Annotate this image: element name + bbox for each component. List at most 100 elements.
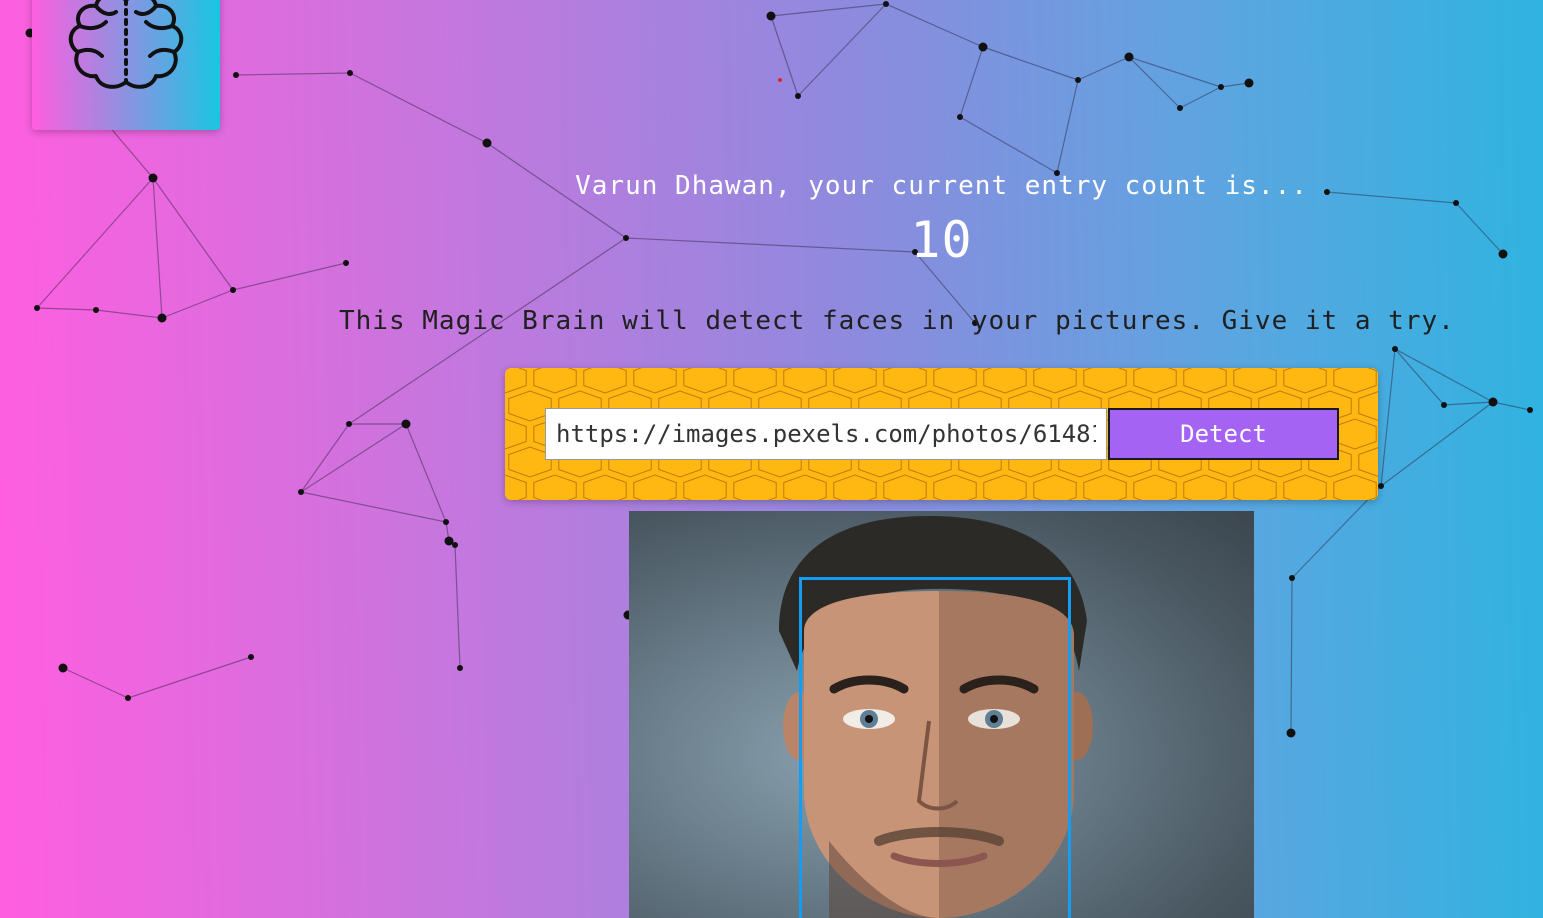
hexagon-cell <box>1033 474 1077 500</box>
particle-dot <box>1527 407 1533 413</box>
hexagon-cell <box>1283 474 1327 500</box>
particle-dot <box>1244 78 1254 88</box>
particle-dot <box>1124 52 1134 62</box>
particle-link <box>405 423 447 523</box>
particle-link <box>770 3 887 17</box>
particle-dot <box>1289 575 1295 581</box>
particle-dot <box>457 665 463 671</box>
particle-link <box>349 72 488 144</box>
hexagon-cell <box>1333 474 1377 500</box>
particle-link <box>1077 56 1130 81</box>
particle-link <box>235 72 351 76</box>
particle-link <box>1290 577 1293 734</box>
particle-dot <box>1392 346 1398 352</box>
particle-link <box>95 309 163 319</box>
hexagon-cell <box>833 474 877 500</box>
hexagon-cell <box>1083 368 1127 394</box>
hexagon-cell <box>583 368 627 394</box>
particle-link <box>1492 401 1531 411</box>
particle-dot <box>1441 402 1447 408</box>
face-bounding-box <box>799 577 1071 918</box>
particle-link <box>885 3 984 48</box>
hexagon-cell <box>833 368 877 394</box>
particle-dot <box>347 70 353 76</box>
hexagon-cell <box>1358 447 1378 477</box>
hexagon-cell <box>505 368 527 394</box>
particle-dot <box>452 542 458 548</box>
particle-link <box>62 667 129 699</box>
particle-link <box>797 3 887 97</box>
particle-dot <box>401 419 411 429</box>
particle-dot <box>443 519 449 525</box>
hexagon-cell <box>505 474 527 500</box>
hexagon-cell <box>733 474 777 500</box>
particle-dot <box>157 313 167 323</box>
particle-link <box>300 491 447 523</box>
particle-link <box>300 423 350 493</box>
particle-dot <box>978 42 988 52</box>
hexagon-cell <box>1133 368 1177 394</box>
particle-dot <box>1075 77 1081 83</box>
particle-dot <box>298 489 304 495</box>
hexagon-cell <box>1233 368 1277 394</box>
particle-link <box>1380 401 1494 487</box>
hexagon-cell <box>1183 474 1227 500</box>
hexagon-cell <box>533 368 577 394</box>
image-url-input[interactable] <box>545 408 1107 460</box>
particle-link <box>770 15 799 97</box>
hexagon-cell <box>1233 474 1277 500</box>
hexagon-cell <box>1083 474 1127 500</box>
hexagon-cell <box>633 474 677 500</box>
particle-dot <box>1218 84 1224 90</box>
hexagon-cell <box>683 368 727 394</box>
particle-dot <box>346 421 352 427</box>
particle-dot <box>883 1 889 7</box>
hexagon-cell <box>883 368 927 394</box>
entry-count-message: Varun Dhawan, your current entry count i… <box>575 171 1308 201</box>
brain-icon <box>68 0 184 89</box>
particle-dot <box>795 93 801 99</box>
hexagon-cell <box>1033 368 1077 394</box>
particle-dot <box>34 305 40 311</box>
particle-dot <box>58 663 68 673</box>
hexagon-cell <box>983 474 1027 500</box>
particle-link <box>1056 79 1079 174</box>
hexagon-cell <box>933 474 977 500</box>
detect-button[interactable]: Detect <box>1108 408 1339 460</box>
hexagon-cell <box>583 474 627 500</box>
particle-dot <box>93 307 99 313</box>
particle-link <box>959 46 984 118</box>
hexagon-cell <box>1333 368 1377 394</box>
hexagon-cell <box>683 474 727 500</box>
logo-card <box>32 0 220 130</box>
particle-link <box>982 46 1079 81</box>
particle-link <box>1380 348 1396 487</box>
particle-link <box>161 289 234 319</box>
hexagon-cell <box>783 368 827 394</box>
particle-link <box>1443 401 1494 406</box>
hexagon-cell <box>533 474 577 500</box>
particle-dot <box>1488 397 1498 407</box>
hexagon-cell <box>1283 368 1327 394</box>
particle-link <box>1394 348 1445 406</box>
face-photo <box>629 511 1254 918</box>
particle-dot <box>248 654 254 660</box>
particle-dot <box>230 287 236 293</box>
particle-dot <box>957 114 963 120</box>
particle-link <box>959 116 1058 174</box>
particle-dot <box>1286 728 1296 738</box>
entry-count-value: 10 <box>910 211 973 269</box>
particle-dot <box>125 695 131 701</box>
particle-dot <box>482 138 492 148</box>
particle-dot <box>766 11 776 21</box>
particle-link <box>36 307 97 311</box>
particle-dot <box>1378 483 1384 489</box>
hexagon-cell <box>983 368 1027 394</box>
particle-dot <box>233 72 239 78</box>
hexagon-cell <box>933 368 977 394</box>
particle-link <box>127 656 252 699</box>
particle-link <box>454 544 461 669</box>
hexagon-cell <box>1358 391 1378 421</box>
hexagon-cell <box>783 474 827 500</box>
hexagon-cell <box>1333 418 1377 450</box>
